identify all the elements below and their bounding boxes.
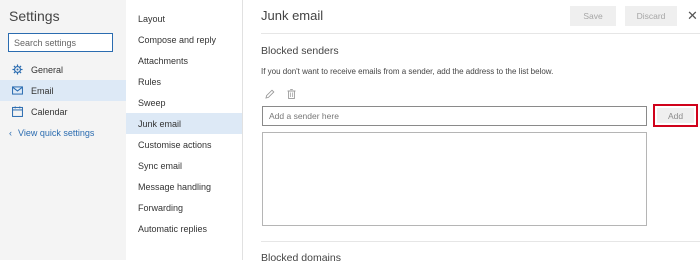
nav-label-email: Email xyxy=(31,85,54,96)
category-compose-and-reply[interactable]: Compose and reply xyxy=(126,29,242,50)
calendar-icon xyxy=(10,106,24,117)
blocked-domains-heading: Blocked domains xyxy=(261,252,341,264)
category-attachments[interactable]: Attachments xyxy=(126,50,242,71)
category-sweep[interactable]: Sweep xyxy=(126,92,242,113)
add-button[interactable]: Add xyxy=(657,108,694,123)
category-message-handling[interactable]: Message handling xyxy=(126,176,242,197)
blocked-senders-heading: Blocked senders xyxy=(261,45,339,57)
category-automatic-replies[interactable]: Automatic replies xyxy=(126,218,242,239)
nav-item-calendar[interactable]: Calendar xyxy=(0,101,126,122)
category-sync-email[interactable]: Sync email xyxy=(126,155,242,176)
nav-label-calendar: Calendar xyxy=(31,106,68,117)
gear-icon xyxy=(10,64,24,75)
page-title: Junk email xyxy=(261,8,324,23)
category-customise-actions[interactable]: Customise actions xyxy=(126,134,242,155)
category-rules[interactable]: Rules xyxy=(126,71,242,92)
nav-label-general: General xyxy=(31,64,64,75)
category-list: Layout Compose and reply Attachments Rul… xyxy=(126,0,243,260)
nav-item-general[interactable]: General xyxy=(0,59,126,80)
category-forwarding[interactable]: Forwarding xyxy=(126,197,242,218)
close-icon[interactable]: ✕ xyxy=(687,8,698,24)
blocked-senders-list[interactable] xyxy=(262,132,647,226)
trash-icon[interactable] xyxy=(287,89,296,102)
settings-title: Settings xyxy=(9,8,60,24)
discard-button[interactable]: Discard xyxy=(625,6,677,26)
view-quick-settings-link[interactable]: ‹ View quick settings xyxy=(9,128,94,138)
add-sender-input[interactable] xyxy=(262,106,647,126)
junk-email-panel: Junk email Save Discard ✕ Blocked sender… xyxy=(243,0,700,264)
pencil-icon[interactable] xyxy=(265,89,275,102)
divider xyxy=(261,33,700,34)
chevron-left-icon: ‹ xyxy=(9,128,12,138)
category-junk-email[interactable]: Junk email xyxy=(126,113,242,134)
save-button[interactable]: Save xyxy=(570,6,616,26)
blocked-senders-description: If you don't want to receive emails from… xyxy=(261,67,554,76)
search-settings-input[interactable] xyxy=(8,33,113,52)
divider xyxy=(261,241,700,242)
quick-settings-label: View quick settings xyxy=(18,128,95,138)
settings-pane: Settings General Email Calendar ‹ View q… xyxy=(0,0,126,260)
envelope-icon xyxy=(10,86,24,95)
add-button-highlight: Add xyxy=(653,104,698,127)
category-layout[interactable]: Layout xyxy=(126,8,242,29)
nav-item-email[interactable]: Email xyxy=(0,80,126,101)
